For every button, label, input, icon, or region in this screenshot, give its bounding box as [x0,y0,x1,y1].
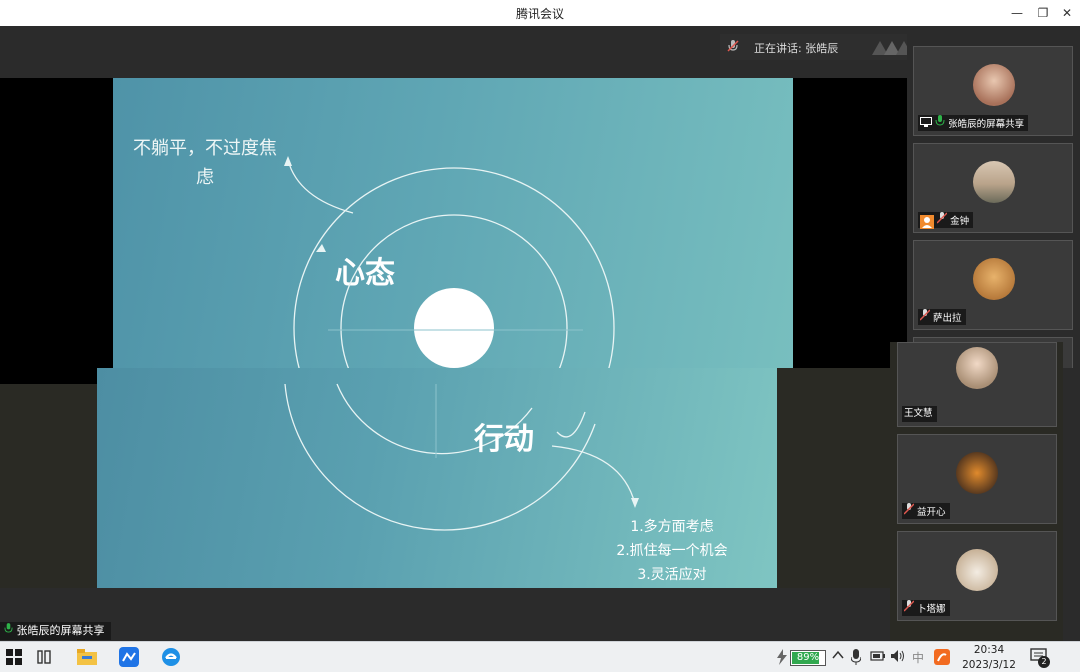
close-button[interactable]: ✕ [1054,3,1080,23]
screen-share-text: 张皓辰的屏幕共享 [16,624,105,637]
browser-icon[interactable] [151,642,191,672]
glitch-band-right [777,368,907,588]
cat-icon [956,549,998,591]
participant-name: 张皓辰的屏幕共享 [948,119,1025,130]
participant-tile[interactable]: 张皓辰的屏幕共享 [913,46,1073,136]
shared-screen-stage: 正在讲话: 张皓辰 不躺平，不过度焦虑 心态 行动 1.多方面考虑 2.抓住每一… [0,26,907,641]
participant-name: 萨出拉 [933,313,962,324]
app-tray-icon[interactable] [934,649,950,668]
slide-item-3: 3.灵活应对 [637,567,707,583]
participant-name: 卜塔娜 [917,604,946,615]
mic-muted-icon [726,39,740,56]
minimize-button[interactable]: — [1004,3,1030,23]
flower-crown-girl-icon [956,347,998,389]
participant-tile[interactable]: 卜塔娜 [897,531,1057,621]
battery-indicator[interactable]: 89% [790,650,826,666]
screen-share-label: 张皓辰的屏幕共享 [0,622,111,640]
clock-date: 2023/3/12 [962,659,1016,671]
participant-name-bar: 金钟 [918,212,974,229]
participant-name-bar: 王文慧 [902,406,937,422]
power-icon[interactable] [776,649,788,668]
maximize-button[interactable]: ❐ [1030,3,1056,23]
participant-name-bar: 卜塔娜 [902,600,950,616]
screen-share-icon [920,117,935,130]
mic-muted-icon [936,212,950,227]
slide-action-label: 行动 [474,422,534,457]
taskbar: 89% 中 20:34 2023/3/12 2 [0,641,1080,672]
chevron-up-icon[interactable] [832,649,844,664]
glitch-band [0,384,97,588]
participant-name: 王文慧 [904,408,933,419]
participant-name: 益开心 [917,507,946,518]
mic-muted-icon [903,600,917,615]
participant-tile[interactable]: 王文慧 [897,342,1057,427]
portrait-woman-icon [973,64,1015,106]
microphone-icon[interactable] [850,649,862,668]
mic-muted-icon [919,309,933,324]
task-view-icon[interactable] [24,642,64,672]
mic-on-icon [935,115,948,130]
clock-time: 20:34 [973,644,1005,656]
notification-icon[interactable]: 2 [1030,646,1050,668]
participants-sidebar: 张皓辰的屏幕共享 金钟 萨出拉 王文慧 益开心 卜塔娜 [890,26,1080,641]
speaking-indicator: 正在讲话: 张皓辰 [720,34,907,60]
window-titlebar: 腾讯会议 — ❐ ✕ [0,0,1080,27]
slide-lower: 行动 1.多方面考虑 2.抓住每一个机会 3.灵活应对 [97,368,777,588]
stage-bottom-bar [0,588,890,641]
mic-muted-icon [903,503,917,518]
slide-item-1: 1.多方面考虑 [630,519,714,535]
participant-name-bar: 萨出拉 [918,309,966,325]
window-title: 腾讯会议 [515,7,564,21]
battery-percent: 89% [796,652,820,663]
mic-on-icon [4,623,17,637]
participant-name-bar: 张皓辰的屏幕共享 [918,115,1029,131]
teddy-bear-icon [973,258,1015,300]
speaking-label: 正在讲话: 张皓辰 [754,42,839,55]
clock[interactable]: 20:34 2023/3/12 [950,644,1028,672]
volume-icon[interactable] [890,649,906,666]
signal-icon [872,39,907,55]
slide-item-2: 2.抓住每一个机会 [616,543,728,559]
participant-tile[interactable]: 金钟 [913,143,1073,233]
user-icon [920,214,934,229]
participant-name: 金钟 [950,216,970,227]
participant-tile[interactable]: 益开心 [897,434,1057,524]
slide-circles-upper [284,156,615,384]
participant-tile[interactable]: 萨出拉 [913,240,1073,330]
slide-upper: 不躺平，不过度焦虑 心态 [113,78,793,384]
autumn-tree-icon [956,452,998,494]
notification-count: 2 [1038,656,1050,668]
file-explorer-icon[interactable] [67,642,107,672]
participant-name-bar: 益开心 [902,503,950,519]
meeting-app-icon[interactable] [109,642,149,672]
landscape-person-icon [973,161,1015,203]
battery-icon[interactable] [870,649,886,666]
ime-indicator[interactable]: 中 [912,649,924,666]
